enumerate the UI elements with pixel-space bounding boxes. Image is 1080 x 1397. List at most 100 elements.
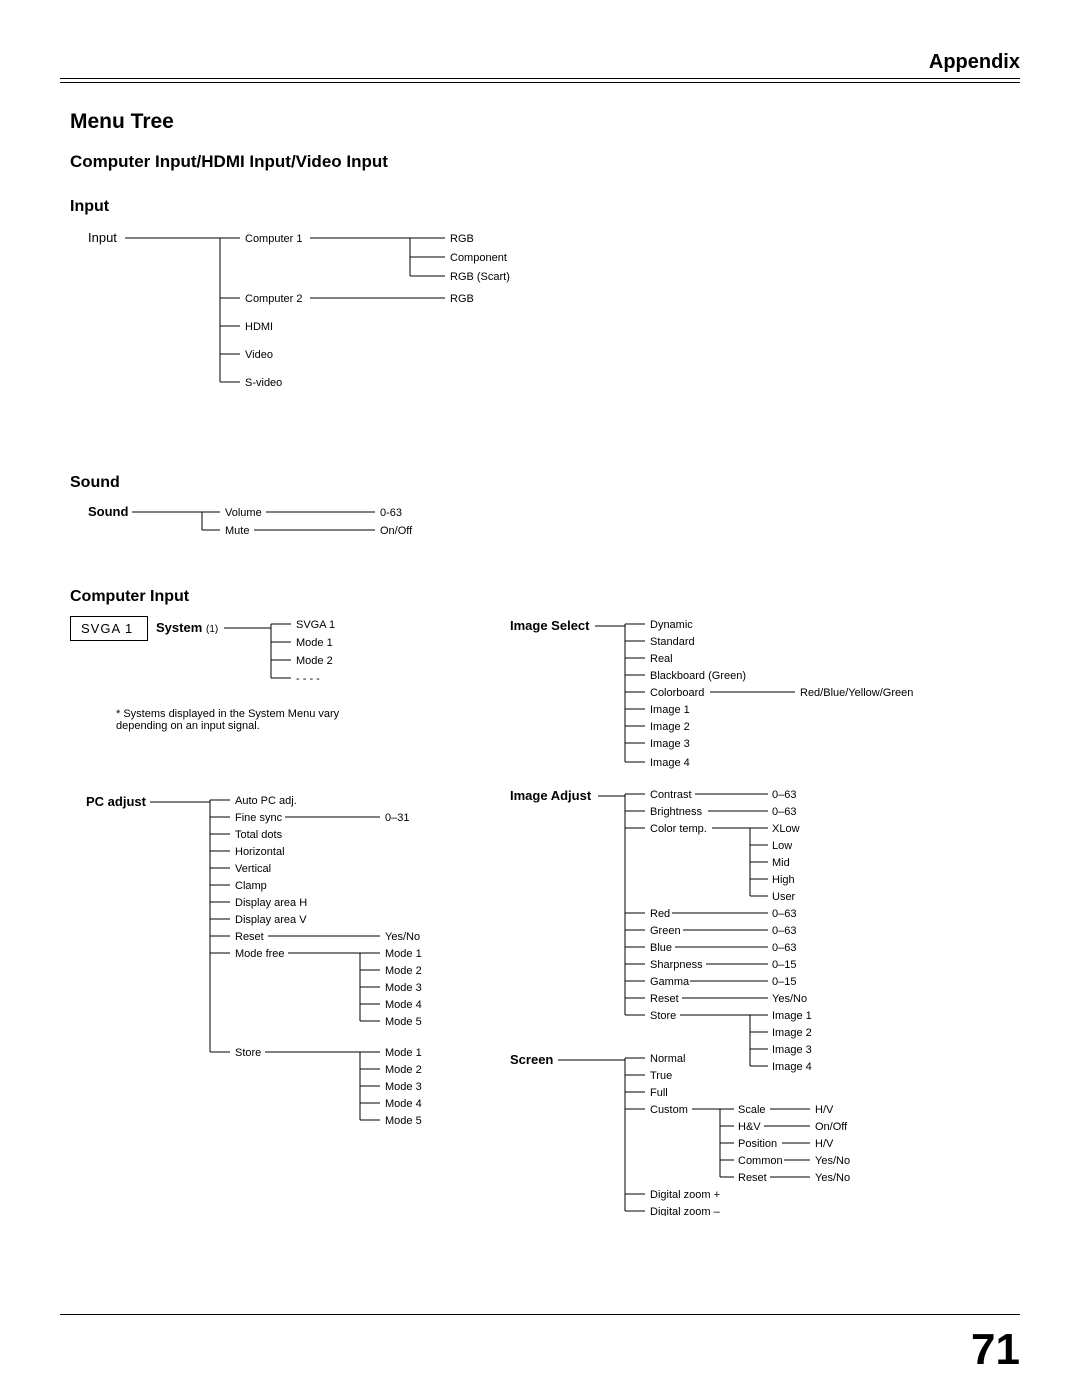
pc-horizontal: Horizontal xyxy=(235,846,285,858)
ia-sharpness-r: 0–15 xyxy=(772,959,796,971)
sc-scale-v: H/V xyxy=(815,1104,834,1116)
sys-svga1: SVGA 1 xyxy=(296,619,335,631)
pc-display-h: Display area H xyxy=(235,897,307,909)
title-menu-tree: Menu Tree xyxy=(70,110,1020,134)
system-label-sub: (1) xyxy=(206,624,218,635)
pc-mf5: Mode 5 xyxy=(385,1016,422,1028)
comp1-rgb: RGB xyxy=(450,233,474,245)
is-image2: Image 2 xyxy=(650,721,690,733)
pc-finesync: Fine sync xyxy=(235,812,283,824)
pc-root: PC adjust xyxy=(86,794,147,809)
is-colorboard: Colorboard xyxy=(650,687,704,699)
pc-mf2: Mode 2 xyxy=(385,965,422,977)
hdmi: HDMI xyxy=(245,321,273,333)
sc-full: Full xyxy=(650,1087,668,1099)
pc-display-v: Display area V xyxy=(235,914,307,926)
comp2: Computer 2 xyxy=(245,293,302,305)
ia-st-i3: Image 3 xyxy=(772,1044,812,1056)
ia-store: Store xyxy=(650,1010,676,1022)
sc-pos-v: H/V xyxy=(815,1138,834,1150)
svga-box: SVGA 1 xyxy=(70,616,148,641)
pc-mf4: Mode 4 xyxy=(385,999,422,1011)
ia-contrast: Contrast xyxy=(650,789,692,801)
pc-st3: Mode 3 xyxy=(385,1081,422,1093)
sc-common-v: Yes/No xyxy=(815,1155,850,1167)
ia-brightness-r: 0–63 xyxy=(772,806,796,818)
is-image4: Image 4 xyxy=(650,757,690,769)
ia-root: Image Adjust xyxy=(510,788,592,803)
is-standard: Standard xyxy=(650,636,695,648)
ia-mid: Mid xyxy=(772,857,790,869)
pc-finesync-r: 0–31 xyxy=(385,812,409,824)
ia-green: Green xyxy=(650,925,681,937)
sys-mode2: Mode 2 xyxy=(296,655,333,667)
sc-reset: Reset xyxy=(738,1172,767,1184)
pc-clamp: Clamp xyxy=(235,880,267,892)
section-input: Input xyxy=(70,198,1020,216)
pc-store: Store xyxy=(235,1047,261,1059)
ia-gamma: Gamma xyxy=(650,976,690,988)
sc-reset-v: Yes/No xyxy=(815,1172,850,1184)
footer-rule xyxy=(60,1314,1020,1315)
comp1: Computer 1 xyxy=(245,233,302,245)
pc-totaldots: Total dots xyxy=(235,829,283,841)
sc-common: Common xyxy=(738,1155,783,1167)
section-sound: Sound xyxy=(70,474,1020,492)
pc-st1: Mode 1 xyxy=(385,1047,422,1059)
mute-val: On/Off xyxy=(380,525,413,537)
ia-reset-r: Yes/No xyxy=(772,993,807,1005)
ia-st-i4: Image 4 xyxy=(772,1061,812,1073)
screen-root: Screen xyxy=(510,1052,553,1067)
ia-blue-r: 0–63 xyxy=(772,942,796,954)
pc-reset: Reset xyxy=(235,931,264,943)
pc-auto: Auto PC adj. xyxy=(235,795,297,807)
ia-reset: Reset xyxy=(650,993,679,1005)
pc-mf1: Mode 1 xyxy=(385,948,422,960)
ia-xlow: XLow xyxy=(772,823,800,835)
ia-st-i1: Image 1 xyxy=(772,1010,812,1022)
pc-st5: Mode 5 xyxy=(385,1115,422,1127)
video: Video xyxy=(245,349,273,361)
sys-dots: - - - - xyxy=(296,673,320,685)
ia-low: Low xyxy=(772,840,792,852)
imgsel-root: Image Select xyxy=(510,618,590,633)
ia-green-r: 0–63 xyxy=(772,925,796,937)
is-image1: Image 1 xyxy=(650,704,690,716)
input-tree: Input Computer 1 RGB Component RGB (Scar… xyxy=(70,226,1020,406)
is-blackboard: Blackboard (Green) xyxy=(650,670,746,682)
content: Menu Tree Computer Input/HDMI Input/Vide… xyxy=(70,110,1020,1216)
svideo: S-video xyxy=(245,377,282,389)
ia-sharpness: Sharpness xyxy=(650,959,703,971)
pc-reset-yn: Yes/No xyxy=(385,931,420,943)
system-note: * Systems displayed in the System Menu v… xyxy=(116,708,376,732)
section-computer-input: Computer Input xyxy=(70,588,1020,606)
input-root: Input xyxy=(88,230,117,245)
is-colorboard-opts: Red/Blue/Yellow/Green xyxy=(800,687,913,699)
ia-red: Red xyxy=(650,908,670,920)
pc-modefree: Mode free xyxy=(235,948,285,960)
sc-hv: H&V xyxy=(738,1121,761,1133)
sc-scale: Scale xyxy=(738,1104,766,1116)
header-rule xyxy=(60,78,1020,83)
pc-st4: Mode 4 xyxy=(385,1098,422,1110)
page-number: 71 xyxy=(971,1325,1020,1375)
system-label: System xyxy=(156,620,202,635)
ia-gamma-r: 0–15 xyxy=(772,976,796,988)
sc-dzp: Digital zoom + xyxy=(650,1189,720,1201)
ia-colortemp: Color temp. xyxy=(650,823,707,835)
sys-mode1: Mode 1 xyxy=(296,637,333,649)
header-appendix: Appendix xyxy=(929,51,1020,74)
is-real: Real xyxy=(650,653,673,665)
subtitle: Computer Input/HDMI Input/Video Input xyxy=(70,152,1020,172)
ia-st-i2: Image 2 xyxy=(772,1027,812,1039)
comp1-component: Component xyxy=(450,252,507,264)
sc-custom: Custom xyxy=(650,1104,688,1116)
ia-contrast-r: 0–63 xyxy=(772,789,796,801)
pc-vertical: Vertical xyxy=(235,863,271,875)
page: Appendix Menu Tree Computer Input/HDMI I… xyxy=(0,0,1080,1397)
sc-true: True xyxy=(650,1070,672,1082)
ia-user: User xyxy=(772,891,796,903)
pc-mf3: Mode 3 xyxy=(385,982,422,994)
volume-range: 0-63 xyxy=(380,507,402,519)
sc-dzm: Digital zoom – xyxy=(650,1206,721,1216)
